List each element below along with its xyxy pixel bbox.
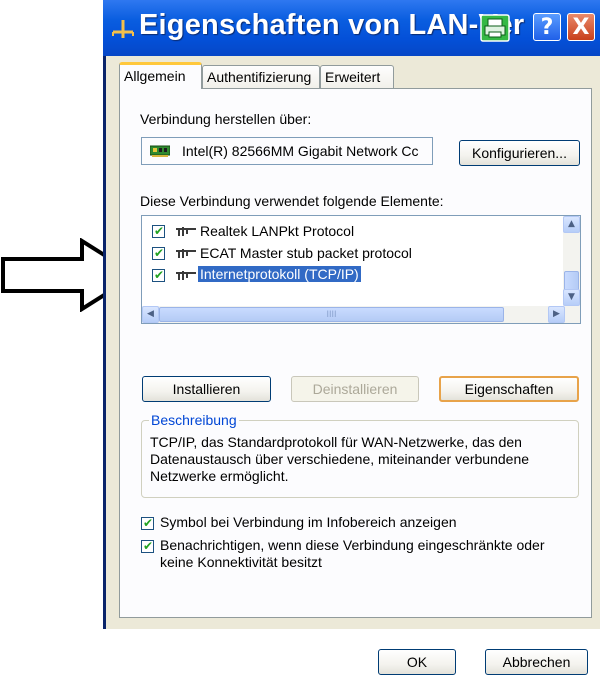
scroll-up-button[interactable]: ▲ — [563, 216, 580, 233]
components-label: Diese Verbindung verwendet folgende Elem… — [140, 193, 444, 209]
item-label: ECAT Master stub packet protocol — [200, 245, 412, 261]
help-button[interactable]: ? — [533, 13, 561, 41]
components-list[interactable]: ✔ Realtek LANPkt Protocol ✔ ECAT Master … — [141, 215, 581, 324]
title-dot: . — [513, 9, 522, 41]
adapter-name: Intel(R) 82566MM Gigabit Network Cc — [182, 143, 419, 159]
description-line: Datenaustausch über verschiedene, mitein… — [150, 451, 530, 467]
uninstall-button[interactable]: Deinstallieren — [291, 376, 419, 402]
cancel-button[interactable]: Abbrechen — [485, 649, 588, 675]
tab-allgemein[interactable]: Allgemein — [119, 62, 202, 89]
list-item-selected[interactable]: ✔ Internetprotokoll (TCP/IP) — [142, 265, 552, 287]
list-item[interactable]: ✔ ECAT Master stub packet protocol — [142, 243, 552, 265]
properties-dialog: Eigenschaften von LAN-Ver . ? X Allgemei… — [103, 0, 600, 675]
item-checkbox[interactable]: ✔ — [152, 269, 165, 282]
scroll-left-button[interactable]: ◀ — [142, 306, 159, 323]
description-line: Netzwerke ermöglicht. — [150, 468, 289, 484]
network-protocol-icon — [176, 271, 196, 280]
list-item[interactable]: ✔ Realtek LANPkt Protocol — [142, 221, 552, 243]
scroll-down-button[interactable]: ▼ — [563, 289, 580, 306]
network-connection-icon — [112, 20, 134, 38]
show-icon-checkbox[interactable]: ✔ — [141, 517, 154, 530]
scroll-right-button[interactable]: ▶ — [548, 306, 565, 323]
tab-panel-general: Verbindung herstellen über: Intel(R) 825… — [119, 88, 592, 618]
window-title: Eigenschaften von LAN-Ver — [139, 9, 525, 41]
network-protocol-icon — [176, 249, 196, 258]
properties-button[interactable]: Eigenschaften — [439, 376, 579, 402]
title-bar[interactable]: Eigenschaften von LAN-Ver . ? X — [103, 0, 600, 56]
horizontal-scrollbar[interactable]: ◀ IIII ▶ — [142, 306, 580, 323]
tab-erweitert[interactable]: Erweitert — [320, 65, 394, 88]
connect-via-label: Verbindung herstellen über: — [140, 111, 312, 127]
dialog-body: Allgemein Authentifizierung Erweitert Ve… — [106, 56, 600, 675]
printer-icon — [480, 14, 510, 42]
description-line: TCP/IP, das Standardprotokoll für WAN-Ne… — [150, 434, 522, 450]
ok-button[interactable]: OK — [378, 649, 456, 675]
close-button[interactable]: X — [567, 13, 595, 41]
item-checkbox[interactable]: ✔ — [152, 247, 165, 260]
item-label: Internetprotokoll (TCP/IP) — [198, 266, 361, 282]
install-button[interactable]: Installieren — [142, 376, 271, 402]
notify-label[interactable]: Benachrichtigen, wenn diese Verbindung e… — [160, 537, 545, 553]
vertical-scroll-thumb[interactable] — [564, 271, 579, 291]
notify-checkbox[interactable]: ✔ — [141, 540, 154, 553]
vertical-scrollbar[interactable]: ▲ ▼ — [563, 216, 580, 306]
description-title: Beschreibung — [149, 412, 239, 428]
configure-button[interactable]: Konfigurieren... — [459, 140, 580, 166]
tab-authentifizierung[interactable]: Authentifizierung — [202, 65, 320, 88]
item-label: Realtek LANPkt Protocol — [200, 223, 355, 239]
notify-label-line2[interactable]: keine Konnektivität besitzt — [160, 554, 322, 570]
show-icon-label[interactable]: Symbol bei Verbindung im Infobereich anz… — [160, 514, 457, 530]
item-checkbox[interactable]: ✔ — [152, 225, 165, 238]
adapter-field: Intel(R) 82566MM Gigabit Network Cc — [141, 137, 433, 165]
horizontal-scroll-thumb[interactable]: IIII — [159, 307, 504, 322]
network-card-icon — [150, 145, 170, 157]
network-protocol-icon — [176, 227, 196, 236]
